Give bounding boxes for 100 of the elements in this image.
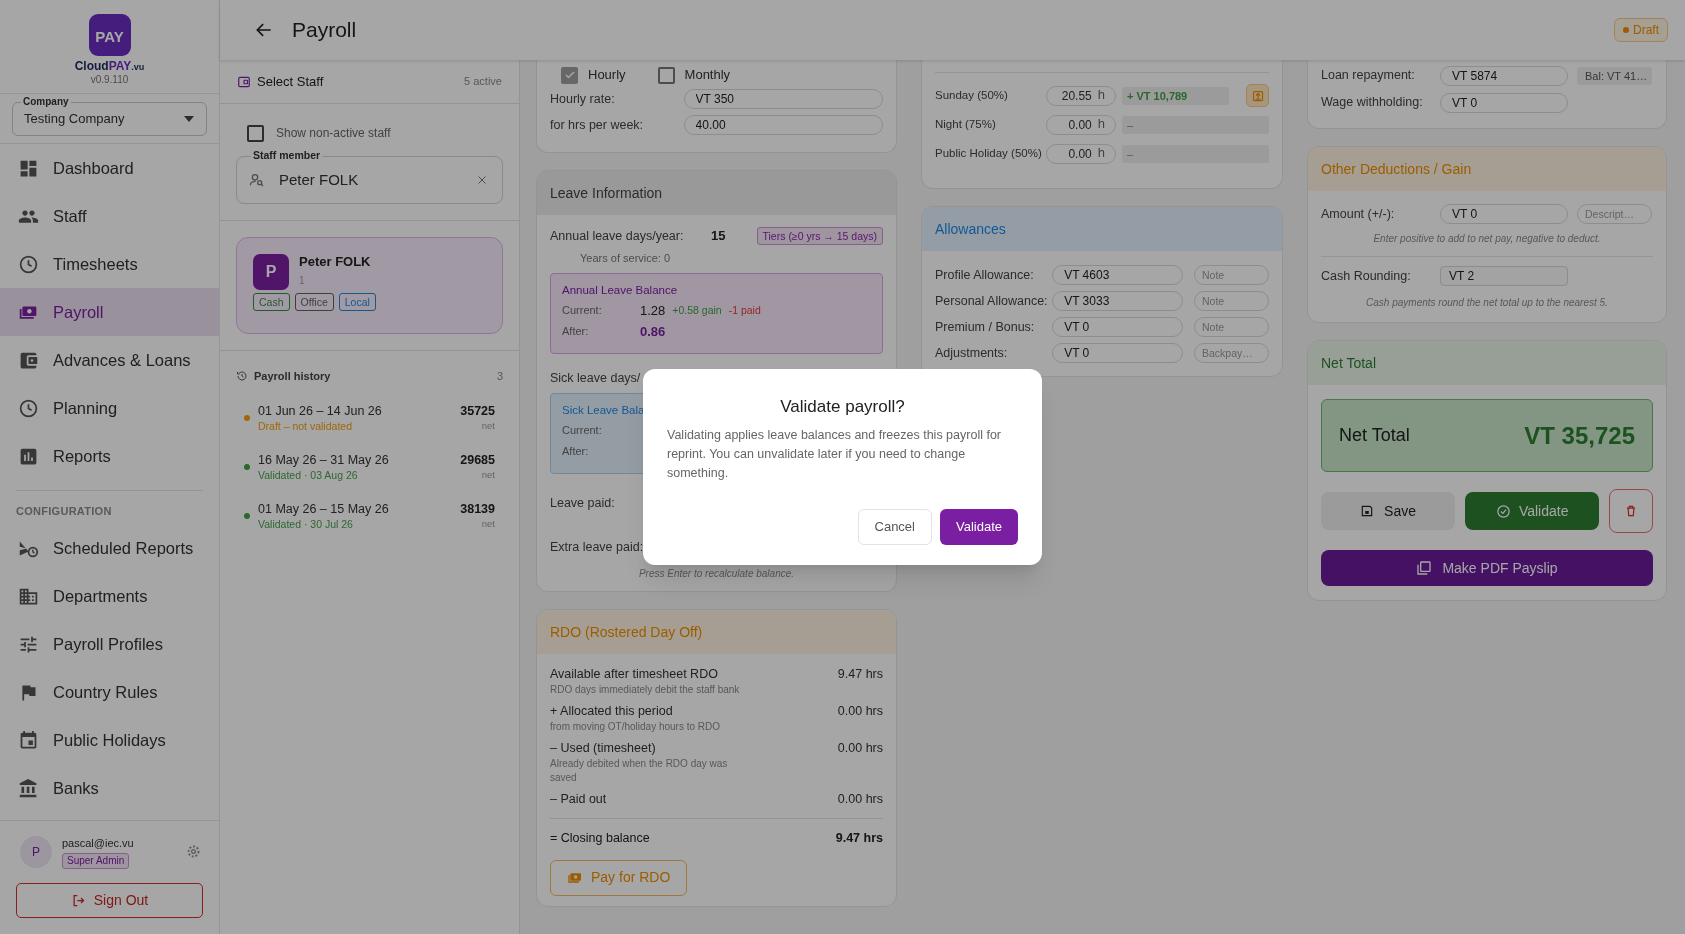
value-text: 15 (711, 227, 726, 246)
input-field[interactable]: VT 0 (1052, 317, 1184, 337)
field-label: Current: (562, 303, 603, 319)
hint-text: Cash payments round the net total up to the nearest 5. (1365, 296, 1609, 310)
hours-field[interactable]: 0.00 h (1046, 143, 1116, 164)
status-dot-icon (1623, 27, 1629, 33)
description-field[interactable]: Descript… (1577, 204, 1652, 224)
cancel-button[interactable]: Cancel (857, 509, 932, 545)
tag: Office (294, 293, 334, 311)
field-label: Hourly rate: (550, 90, 616, 108)
make-pdf-button[interactable]: Make PDF Payslip (1321, 550, 1653, 586)
field-label: Leave paid: (550, 496, 615, 510)
section-label: CONFIGURATION (15, 504, 113, 519)
row-label: Available after timesheet RDO (550, 666, 719, 683)
note-field[interactable]: Note (1194, 317, 1269, 337)
row-label: = Closing balance (550, 830, 651, 847)
close-icon[interactable] (476, 174, 488, 186)
card-header: Net Total (1308, 341, 1666, 385)
input-field[interactable]: VT 350 (683, 89, 883, 109)
card-header: Leave Information (537, 171, 896, 215)
nav-item[interactable]: Timesheets (0, 240, 219, 288)
checkbox[interactable] (561, 66, 578, 84)
history-item[interactable]: 16 May 26 – 31 May 26 Validated · 03 Aug 26 29685 net (236, 446, 503, 488)
staff-number: 1 (299, 274, 306, 288)
staff-name: Peter FOLK (299, 254, 371, 270)
history-item[interactable]: 01 Jun 26 – 14 Jun 26 Draft – not validated 35725 net (236, 397, 503, 439)
nav-item[interactable]: Dashboard (0, 144, 219, 192)
input-field[interactable]: VT 0 (1440, 204, 1568, 224)
page-title: Payroll (292, 17, 357, 44)
field-label: for hrs per week: (550, 116, 645, 134)
status-badge: Draft (1614, 18, 1668, 42)
person-search-icon (249, 172, 265, 188)
hours-field[interactable]: 20.55 h (1046, 85, 1116, 106)
user-avatar: P (20, 835, 52, 868)
input-field[interactable]: VT 0 (1052, 343, 1184, 363)
note-field[interactable]: Note (1194, 265, 1269, 285)
nav-item[interactable]: Advances & Loans (0, 336, 219, 384)
nav-item[interactable]: Public Holidays (0, 716, 219, 764)
nav-item[interactable]: Reports (0, 432, 219, 480)
nav-item[interactable]: Payroll (0, 288, 219, 336)
input-field[interactable]: 40.00 (683, 115, 883, 135)
nav-item[interactable]: Departments (0, 572, 219, 620)
input-field[interactable]: VT 3033 (1052, 291, 1184, 311)
save-button[interactable]: Save (1321, 492, 1456, 530)
amount-field: – (1122, 115, 1269, 134)
save-icon (1360, 504, 1375, 518)
checkbox-label: Monthly (684, 66, 731, 85)
history-item[interactable]: 01 May 26 – 15 May 26 Validated · 30 Jul 26 38139 net (236, 495, 503, 537)
staff-card[interactable]: P Peter FOLK 1 Cash Office Local (236, 237, 503, 334)
export-button[interactable] (1246, 84, 1269, 107)
checkbox-label: Hourly (588, 66, 626, 85)
field-label: Sick leave days/ (550, 370, 642, 387)
nav-item[interactable]: Planning (0, 384, 219, 432)
validate-button[interactable]: Validate (1465, 492, 1600, 530)
nav-item[interactable]: Country Rules (0, 668, 219, 716)
checkbox[interactable] (247, 124, 264, 142)
input-field[interactable]: VT 0 (1440, 92, 1568, 113)
dialog-title: Validate payroll? (779, 396, 906, 416)
clock-icon (18, 253, 39, 275)
hint-text: Press Enter to recalculate balance. (637, 567, 796, 581)
row-label: – Paid out (550, 791, 608, 808)
note-text: from moving OT/holiday hours to RDO (550, 720, 722, 734)
hint-text: Enter positive to add to net pay, negative to deduct. (1372, 232, 1602, 246)
total-label: Net Total (1339, 424, 1410, 447)
nav-item[interactable]: Payroll Profiles (0, 620, 219, 668)
row-label: – Used (timesheet) (550, 740, 657, 757)
validate-button[interactable]: Validate (940, 509, 1018, 545)
card-header: Other Deductions / Gain (1308, 147, 1666, 191)
note-field[interactable]: Note (1194, 291, 1269, 311)
section-title: Payroll history (254, 368, 331, 384)
paid-text: -1 paid (728, 302, 761, 318)
panel-title: Select Staff (257, 72, 324, 91)
check-icon (563, 69, 576, 81)
field-label: Adjustments: (935, 344, 1009, 362)
field-label: Public Holiday (50%) (935, 145, 1043, 161)
tiers-badge: Tiers (≥0 yrs → 15 days) (756, 227, 883, 245)
sign-out-button[interactable]: Sign Out (16, 883, 203, 918)
check-circle-icon (1495, 503, 1511, 519)
delete-button[interactable] (1609, 489, 1653, 533)
hours-field[interactable]: 0.00 h (1046, 114, 1116, 135)
checkbox[interactable] (657, 66, 675, 84)
panel-title: Sick Leave Bala (562, 403, 645, 418)
nav-item[interactable]: Scheduled Reports (0, 524, 219, 572)
input-field[interactable]: VT 4603 (1052, 265, 1184, 285)
staff-avatar: P (253, 254, 289, 290)
nav-item[interactable]: Staff (0, 192, 219, 240)
value-text: 1.28 (640, 301, 666, 320)
total-value: VT 35,725 (1524, 420, 1635, 451)
document-icon (1416, 560, 1433, 576)
balance-text: Bal: VT 41… (1577, 66, 1652, 85)
input-field[interactable]: VT 5874 (1440, 65, 1568, 86)
input-field[interactable]: VT 2 (1440, 266, 1568, 286)
bank-icon (18, 777, 39, 799)
value-text: 9.47 hrs (835, 830, 883, 847)
note-field[interactable]: Backpay… (1194, 343, 1269, 363)
field-label: After: (562, 444, 589, 459)
row-label: + Allocated this period (550, 703, 674, 720)
field-label: Premium / Bonus: (935, 318, 1036, 336)
value-text: 9.47 hrs (837, 666, 883, 683)
nav-item[interactable]: Banks (0, 764, 219, 812)
